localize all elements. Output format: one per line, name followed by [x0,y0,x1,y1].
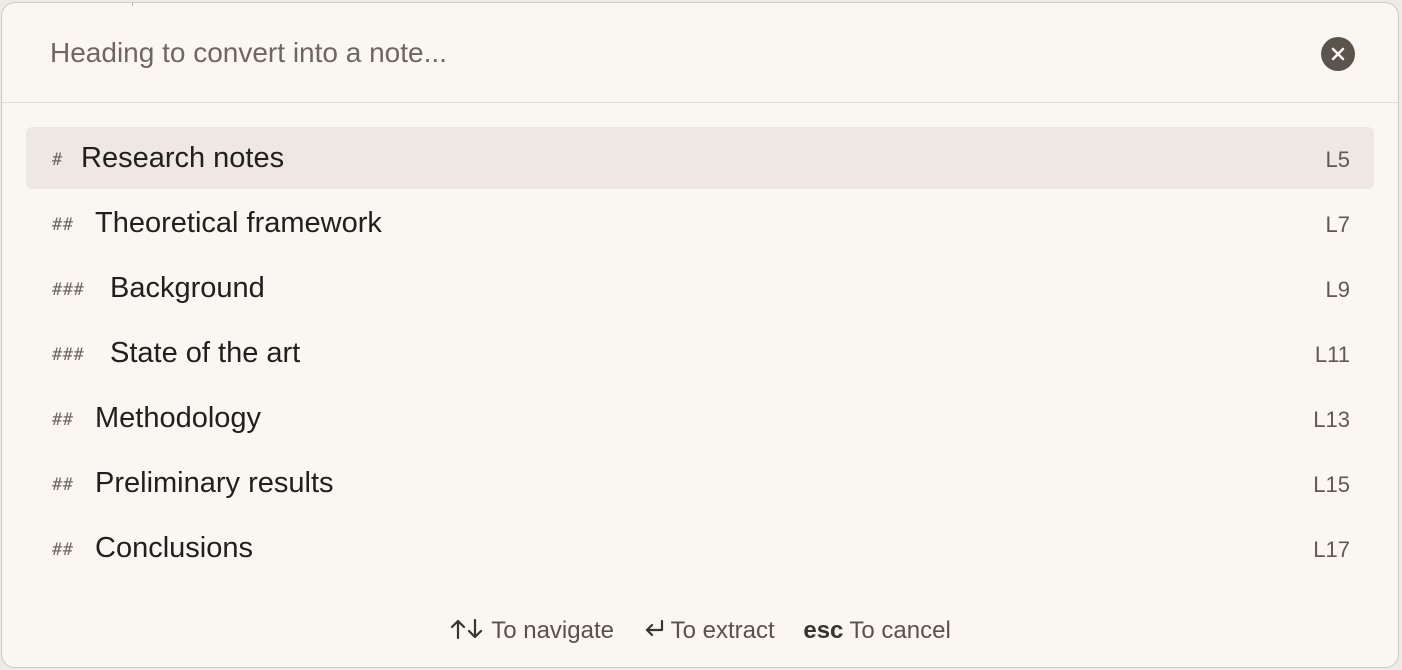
heading-level-marker: # [52,150,63,170]
heading-title: Conclusions [95,532,253,564]
heading-row[interactable]: ### State of the art L11 [26,322,1374,384]
heading-level-marker: ## [52,410,74,430]
cancel-hint: esc To cancel [803,617,950,645]
line-number: L5 [1325,147,1350,172]
heading-title: Methodology [95,402,262,434]
line-number: L15 [1313,472,1350,497]
line-number: L11 [1314,342,1350,367]
heading-title: State of the art [110,337,301,369]
heading-level-marker: ### [52,345,85,365]
extract-hint: To extract [643,617,775,645]
heading-title: Preliminary results [95,467,334,499]
convert-heading-dialog: # Research notes L5 ## Theoretical frame… [1,2,1399,668]
heading-row[interactable]: ## Methodology L13 [26,387,1374,449]
line-number: L13 [1313,407,1350,432]
extract-hint-label: To extract [670,617,775,644]
heading-title: Research notes [81,142,285,174]
heading-results-list: # Research notes L5 ## Theoretical frame… [26,127,1374,582]
heading-level-marker: ## [52,475,74,495]
heading-row[interactable]: ## Conclusions L17 [26,517,1374,579]
heading-level-marker: ## [52,540,74,560]
heading-row[interactable]: ### Background L9 [26,257,1374,319]
heading-title: Background [110,272,265,304]
prompt-bar [2,3,1398,103]
close-icon [1331,47,1345,61]
heading-row[interactable]: # Research notes L5 [26,127,1374,189]
close-button[interactable] [1321,37,1355,71]
heading-row[interactable]: ## Preliminary results L15 [26,452,1374,514]
keyboard-hints: To navigate To extract esc To cancel [2,617,1398,657]
line-number: L9 [1325,277,1350,302]
line-number: L17 [1313,537,1350,562]
esc-key-label: esc [803,617,844,644]
cancel-hint-label: To cancel [849,617,951,644]
heading-title: Theoretical framework [95,207,382,239]
enter-key-icon [643,617,665,645]
heading-level-marker: ## [52,215,74,235]
heading-search-input[interactable] [32,29,1280,77]
heading-level-marker: ### [52,280,85,300]
heading-row[interactable]: ## Theoretical framework L7 [26,192,1374,254]
up-down-arrows-icon [449,617,485,645]
navigate-hint: To navigate [449,617,614,645]
line-number: L7 [1325,212,1350,237]
navigate-hint-label: To navigate [491,617,614,644]
